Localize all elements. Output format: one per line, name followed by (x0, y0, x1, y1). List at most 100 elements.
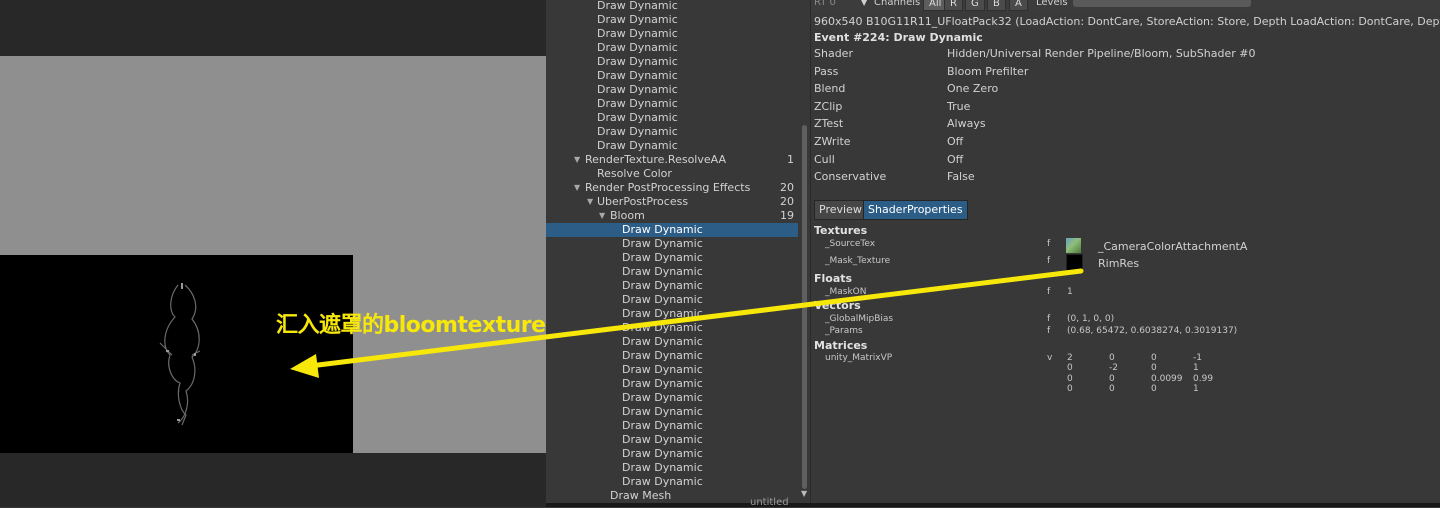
float-type: f (1047, 287, 1051, 297)
matrix-cell: 1 (1193, 363, 1199, 374)
tree-row-label: Draw Dynamic (622, 251, 703, 264)
tree-row-label: Draw Dynamic (597, 83, 678, 96)
matrix-cell: 0 (1151, 353, 1157, 363)
texture-name: _Mask_Texture (825, 256, 891, 266)
scroll-thumb[interactable] (802, 125, 807, 489)
tree-row-label: Draw Dynamic (622, 335, 703, 348)
tree-row-label: Draw Dynamic (597, 125, 678, 138)
channel-g-button[interactable]: G (965, 0, 985, 11)
vector-name: _GlobalMipBias (825, 314, 894, 324)
tree-event-row[interactable]: Draw Dynamic (546, 475, 798, 489)
tree-event-row[interactable]: Draw Dynamic (546, 265, 798, 279)
tree-event-row[interactable]: Resolve Color (546, 167, 798, 181)
expand-arrow-icon[interactable]: ▼ (574, 181, 580, 195)
tree-event-row[interactable]: Draw Dynamic (546, 27, 798, 41)
tree-scrollbar[interactable]: ▼ (800, 0, 810, 503)
float-value: 1 (1067, 287, 1073, 297)
tab-preview[interactable]: Preview (814, 200, 867, 220)
tree-row-count: 20 (780, 195, 794, 208)
expand-arrow-icon[interactable]: ▼ (599, 209, 605, 223)
property-value: Hidden/Universal Render Pipeline/Bloom, … (947, 47, 1256, 60)
tree-event-row[interactable]: Draw Dynamic (546, 41, 798, 55)
texture-type: f (1047, 256, 1051, 266)
tree-row-label: Draw Dynamic (597, 55, 678, 68)
annotation-label: 汇入遮罩的bloomtexture (276, 313, 546, 338)
tree-row-label: Draw Dynamic (622, 391, 703, 404)
property-key: Conservative (814, 170, 887, 184)
tree-row-label: Draw Dynamic (622, 293, 703, 306)
texture-value: _CameraColorAttachmentA (1098, 240, 1248, 253)
tree-event-row[interactable]: Draw Dynamic (546, 321, 798, 335)
vector-type: f (1047, 326, 1051, 336)
tab-shader-properties[interactable]: ShaderProperties (863, 200, 968, 220)
property-value: Bloom Prefilter (947, 64, 1029, 78)
frame-event-tree[interactable]: Draw Dynamic Draw Dynamic Draw Dynamic Draw… (546, 0, 810, 503)
tree-event-row[interactable]: Draw Dynamic (546, 251, 798, 265)
game-view: 汇入遮罩的bloomtexture (0, 0, 546, 507)
tree-event-row[interactable]: Draw Dynamic (546, 363, 798, 377)
channel-a-button[interactable]: A (1009, 0, 1028, 11)
tree-event-row[interactable]: Draw Dynamic (546, 97, 798, 111)
expand-arrow-icon[interactable]: ▼ (574, 153, 580, 167)
tree-event-row[interactable]: Draw Dynamic (546, 433, 798, 447)
mask-texture-thumbnail[interactable] (1066, 254, 1083, 271)
tree-event-row[interactable]: Draw Dynamic (546, 83, 798, 97)
vector-type: f (1047, 314, 1051, 324)
tree-event-row[interactable]: Draw Dynamic (546, 125, 798, 139)
tree-row-count: 1 (787, 153, 794, 166)
expand-arrow-icon[interactable]: ▼ (587, 195, 593, 209)
tree-row-label: Draw Dynamic (597, 27, 678, 40)
tree-event-row[interactable]: Draw Dynamic (546, 111, 798, 125)
tree-event-row[interactable]: Draw Dynamic (546, 13, 798, 27)
property-key: ZTest (814, 117, 844, 131)
tree-row-label: Draw Dynamic (622, 363, 703, 376)
source-texture-thumbnail[interactable] (1066, 238, 1081, 253)
tree-event-row[interactable]: Draw Dynamic (546, 279, 798, 293)
tree-event-row[interactable]: Draw Dynamic (546, 139, 798, 153)
property-value: Off (947, 135, 964, 148)
tree-event-row[interactable]: Draw Dynamic (546, 0, 798, 13)
tree-event-row[interactable]: Draw Dynamic (546, 237, 798, 251)
tree-event-row[interactable]: Draw Dynamic (546, 223, 798, 237)
vectors-header: Vectors (814, 299, 861, 312)
tree-row-label: Render PostProcessing Effects (585, 181, 751, 194)
tree-group-row[interactable]: ▼ Render PostProcessing Effects 20 (546, 181, 798, 195)
tree-event-row[interactable]: Draw Dynamic (546, 391, 798, 405)
texture-type: f (1047, 239, 1051, 249)
tree-event-row[interactable]: Draw Dynamic (546, 69, 798, 83)
tree-row-label: Draw Dynamic (622, 279, 703, 292)
tree-event-row[interactable]: Draw Dynamic (546, 447, 798, 461)
levels-slider[interactable] (1073, 0, 1251, 7)
frame-debugger-toolbar: RT 0 ▼ Channels All R G B A Levels (811, 0, 1440, 11)
tree-row-label: Bloom (610, 209, 645, 222)
tree-event-row[interactable]: Draw Dynamic (546, 307, 798, 321)
property-key: ZClip (814, 99, 843, 113)
tree-event-row[interactable]: Draw Dynamic (546, 55, 798, 69)
event-detail-panel: RT 0 ▼ Channels All R G B A Levels 960x5… (810, 0, 1440, 503)
tree-group-row[interactable]: ▼ RenderTexture.ResolveAA 1 (546, 153, 798, 167)
channel-r-button[interactable]: R (944, 0, 963, 11)
chevron-down-icon[interactable]: ▼ (861, 0, 867, 9)
tree-row-label: Resolve Color (597, 167, 672, 180)
tree-event-row[interactable]: Draw Dynamic (546, 293, 798, 307)
tree-event-row[interactable]: Draw Dynamic (546, 377, 798, 391)
matrix-cell: 0.99 (1193, 373, 1214, 384)
tree-event-row[interactable]: Draw Dynamic (546, 461, 798, 475)
tree-group-row[interactable]: ▼ UberPostProcess 20 (546, 195, 798, 209)
tree-event-row[interactable]: Draw Dynamic (546, 349, 798, 363)
matrix-name: unity_MatrixVP (825, 353, 893, 363)
tree-event-row[interactable]: Draw Dynamic (546, 405, 798, 419)
channel-b-button[interactable]: B (987, 0, 1006, 11)
vector-value: (0.68, 65472, 0.6038274, 0.3019137) (1067, 326, 1238, 336)
rt-dropdown[interactable]: RT 0 (814, 0, 836, 9)
matrix-cell: 0 (1151, 383, 1157, 394)
property-value: True (947, 99, 971, 113)
tree-group-row[interactable]: ▼ Bloom 19 (546, 209, 798, 223)
channels-label: Channels (874, 0, 921, 8)
tree-event-row[interactable]: Draw Dynamic (546, 419, 798, 433)
tree-row-label: Draw Dynamic (597, 111, 678, 124)
tree-row-label: Draw Dynamic (622, 223, 703, 236)
tree-row-label: Draw Dynamic (622, 321, 703, 334)
tree-event-row[interactable]: Draw Dynamic (546, 335, 798, 349)
scroll-down-icon[interactable]: ▼ (801, 489, 807, 498)
